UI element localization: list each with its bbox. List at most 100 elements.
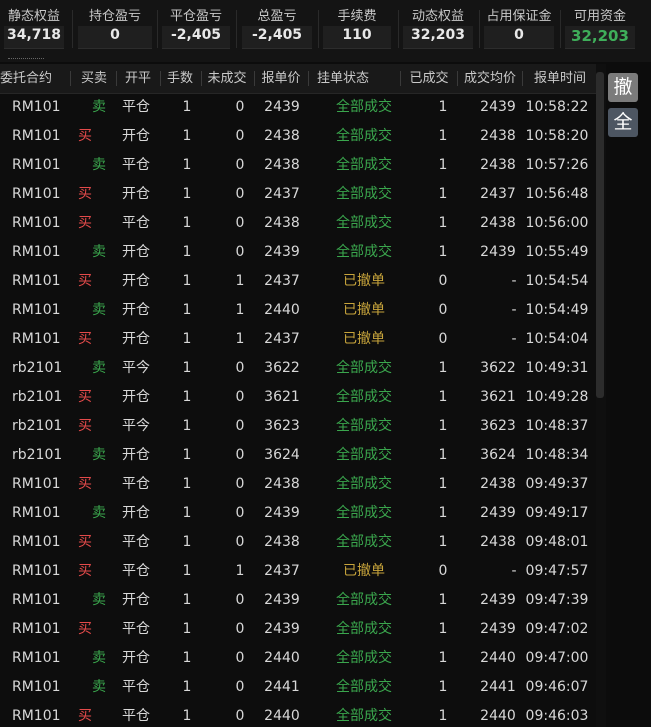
cell-open-close: 平仓 bbox=[122, 708, 150, 724]
cell-order-time: 09:47:39 bbox=[525, 592, 589, 608]
summary-label: 静态权益 bbox=[7, 9, 60, 24]
summary-value: 34,718 bbox=[6, 27, 62, 43]
cell-symbol: RM101 bbox=[12, 621, 61, 637]
cell-order-price: 3622 bbox=[264, 360, 300, 376]
cell-order-price: 2438 bbox=[264, 534, 300, 550]
table-row[interactable]: rb2101 买开仓 1 0 3621 全部成交 1 3621 10:49:28 bbox=[0, 383, 596, 412]
cell-order-time: 09:46:07 bbox=[525, 679, 589, 695]
cell-symbol: RM101 bbox=[12, 505, 61, 521]
table-row[interactable]: RM101 卖开仓 1 0 2439 全部成交 1 2439 09:49:17 bbox=[0, 499, 596, 528]
column-header-filled[interactable]: 已成交 bbox=[404, 64, 454, 93]
cell-side: 买 bbox=[78, 534, 92, 550]
cell-order-time: 10:54:04 bbox=[525, 331, 589, 347]
cell-filled: 1 bbox=[438, 505, 448, 521]
table-row[interactable]: rb2101 卖开仓 1 0 3624 全部成交 1 3624 10:48:34 bbox=[0, 441, 596, 470]
cell-order-price: 2437 bbox=[264, 186, 300, 202]
summary-value: 0 bbox=[514, 27, 524, 43]
cell-order-price: 3624 bbox=[264, 447, 300, 463]
column-header-open-close[interactable]: 开平 bbox=[118, 64, 158, 93]
cell-filled: 1 bbox=[438, 186, 448, 202]
table-scrollbar-thumb[interactable] bbox=[596, 72, 604, 398]
cell-open-close: 开仓 bbox=[122, 186, 150, 202]
cell-filled: 1 bbox=[438, 650, 448, 666]
cell-order-price: 3621 bbox=[264, 389, 300, 405]
cell-order-time: 09:47:57 bbox=[525, 563, 589, 579]
cell-filled: 1 bbox=[438, 389, 448, 405]
summary-value: 110 bbox=[342, 27, 372, 43]
table-row[interactable]: RM101 卖开仓 1 1 2440 已撤单 0-10:54:49 bbox=[0, 296, 596, 325]
cell-order-time: 10:48:37 bbox=[525, 418, 589, 434]
table-row[interactable]: RM101 买开仓 1 0 2437 全部成交 1 2437 10:56:48 bbox=[0, 180, 596, 209]
cell-order-time: 09:49:37 bbox=[525, 476, 589, 492]
cell-symbol: rb2101 bbox=[12, 418, 63, 434]
cell-order-status: 全部成交 bbox=[336, 476, 392, 492]
cell-order-price: 2439 bbox=[264, 99, 300, 115]
cell-open-close: 平仓 bbox=[122, 534, 150, 550]
orders-table: 委托合约 买卖 开平 手数 未成交 报单价 挂单状态 已成交 成交均价 报单时间… bbox=[0, 64, 596, 727]
table-row[interactable]: RM101 买开仓 1 0 2438 全部成交 1 2438 10:58:20 bbox=[0, 122, 596, 151]
cell-filled: 0 bbox=[438, 563, 448, 579]
cell-order-status: 全部成交 bbox=[336, 708, 392, 724]
cell-filled: 1 bbox=[438, 418, 448, 434]
cell-order-time: 10:49:28 bbox=[525, 389, 589, 405]
table-row[interactable]: rb2101 卖平今 1 0 3622 全部成交 1 3622 10:49:31 bbox=[0, 354, 596, 383]
cell-order-status: 全部成交 bbox=[336, 128, 392, 144]
table-row[interactable]: RM101 卖平仓 1 0 2441 全部成交 1 2441 09:46:07 bbox=[0, 673, 596, 702]
cell-side: 买 bbox=[78, 273, 92, 289]
cell-symbol: RM101 bbox=[12, 128, 61, 144]
table-row[interactable]: rb2101 买平今 1 0 3623 全部成交 1 3623 10:48:37 bbox=[0, 412, 596, 441]
table-row[interactable]: RM101 买平仓 1 0 2440 全部成交 1 2440 09:46:03 bbox=[0, 702, 596, 727]
table-row[interactable]: RM101 买开仓 1 1 2437 已撤单 0-10:54:04 bbox=[0, 325, 596, 354]
cell-open-close: 开仓 bbox=[122, 128, 150, 144]
cell-symbol: RM101 bbox=[12, 592, 61, 608]
divider bbox=[236, 10, 237, 48]
cell-order-status: 已撤单 bbox=[343, 302, 385, 318]
cell-side: 卖 bbox=[92, 447, 106, 463]
cell-order-status: 全部成交 bbox=[336, 505, 392, 521]
table-row[interactable]: RM101 买平仓 1 0 2438 全部成交 1 2438 09:48:01 bbox=[0, 528, 596, 557]
column-header-side[interactable]: 买卖 bbox=[74, 64, 114, 93]
cell-order-status: 已撤单 bbox=[343, 563, 385, 579]
cancel-order-button[interactable]: 撤 bbox=[608, 73, 638, 102]
table-row[interactable]: RM101 买开仓 1 1 2437 已撤单 0-10:54:54 bbox=[0, 267, 596, 296]
cell-side: 卖 bbox=[92, 99, 106, 115]
column-header-qty[interactable]: 手数 bbox=[162, 64, 198, 93]
table-row[interactable]: RM101 卖平仓 1 0 2438 全部成交 1 2438 10:57:26 bbox=[0, 151, 596, 180]
table-row[interactable]: RM101 卖开仓 1 0 2440 全部成交 1 2440 09:47:00 bbox=[0, 644, 596, 673]
cell-side: 买 bbox=[78, 186, 92, 202]
table-row[interactable]: RM101 卖开仓 1 0 2439 全部成交 1 2439 09:47:39 bbox=[0, 586, 596, 615]
table-row[interactable]: RM101 买平仓 1 0 2438 全部成交 1 2438 09:49:37 bbox=[0, 470, 596, 499]
summary-total-pnl: 总盈亏 -2,405 bbox=[238, 0, 316, 52]
column-header-order-time[interactable]: 报单时间 bbox=[524, 64, 596, 93]
cell-order-price: 2439 bbox=[264, 621, 300, 637]
column-header-order-price[interactable]: 报单价 bbox=[254, 64, 308, 93]
divider bbox=[72, 10, 73, 48]
column-header-symbol[interactable]: 委托合约 bbox=[0, 64, 66, 93]
cell-symbol: RM101 bbox=[12, 331, 61, 347]
cell-order-time: 10:58:22 bbox=[525, 99, 589, 115]
cancel-all-button[interactable]: 全 bbox=[608, 108, 638, 137]
table-row[interactable]: RM101 买平仓 1 0 2438 全部成交 1 2438 10:56:00 bbox=[0, 209, 596, 238]
table-row[interactable]: RM101 卖平仓 1 0 2439 全部成交 1 2439 10:58:22 bbox=[0, 93, 596, 122]
cell-filled: 1 bbox=[438, 708, 448, 724]
table-row[interactable]: RM101 买平仓 1 1 2437 已撤单 0-09:47:57 bbox=[0, 557, 596, 586]
cell-order-status: 全部成交 bbox=[336, 215, 392, 231]
cell-symbol: RM101 bbox=[12, 215, 61, 231]
cell-order-price: 2437 bbox=[264, 563, 300, 579]
column-header-unfilled[interactable]: 未成交 bbox=[202, 64, 252, 93]
column-header-order-status[interactable]: 挂单状态 bbox=[308, 64, 378, 93]
cell-filled: 1 bbox=[438, 679, 448, 695]
column-header-avg-price[interactable]: 成交均价 bbox=[459, 64, 521, 93]
table-row[interactable]: RM101 卖开仓 1 0 2439 全部成交 1 2439 10:55:49 bbox=[0, 238, 596, 267]
cell-filled: 1 bbox=[438, 592, 448, 608]
cell-symbol: RM101 bbox=[12, 157, 61, 173]
cell-order-time: 10:57:26 bbox=[525, 157, 589, 173]
cell-order-price: 2439 bbox=[264, 244, 300, 260]
summary-value: 32,203 bbox=[410, 27, 466, 43]
table-body: RM101 卖平仓 1 0 2439 全部成交 1 2439 10:58:22 RM101 买开仓 1… bbox=[0, 93, 596, 727]
cell-symbol: rb2101 bbox=[12, 447, 63, 463]
cell-side: 买 bbox=[78, 331, 92, 347]
table-row[interactable]: RM101 买平仓 1 0 2439 全部成交 1 2439 09:47:02 bbox=[0, 615, 596, 644]
table-header: 委托合约 买卖 开平 手数 未成交 报单价 挂单状态 已成交 成交均价 报单时间 bbox=[0, 64, 596, 94]
cell-filled: 1 bbox=[438, 157, 448, 173]
